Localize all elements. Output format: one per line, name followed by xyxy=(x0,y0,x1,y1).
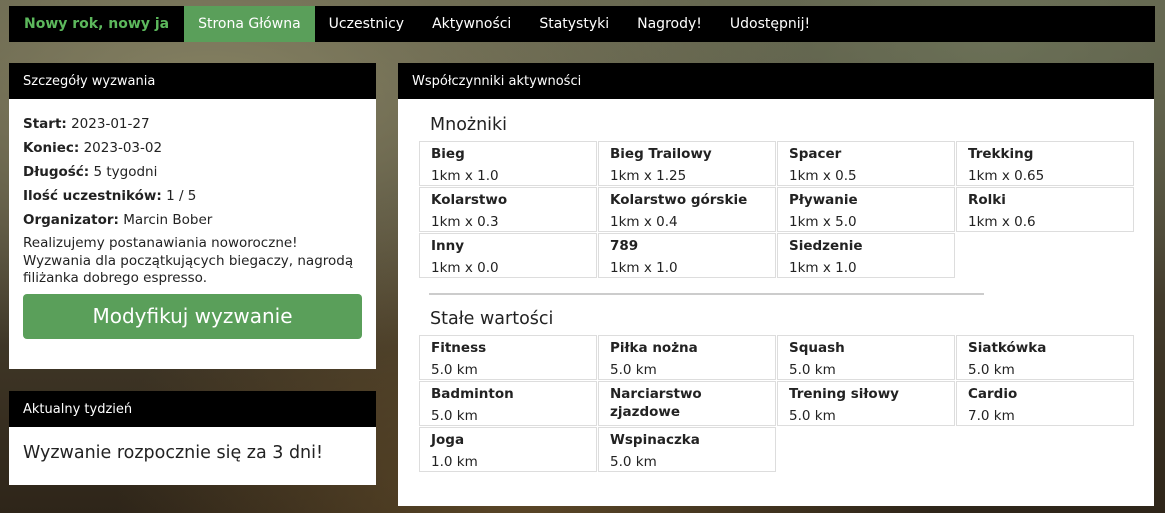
activity-name: Narciarstwo zjazdowe xyxy=(610,386,702,420)
activity-value: 1km x 0.65 xyxy=(968,168,1045,184)
challenge-details-panel: Szczegóły wyzwania Start: 2023-01-27 Kon… xyxy=(9,63,376,369)
participants-value: 1 / 5 xyxy=(166,188,197,204)
week-message: Wyzwanie rozpocznie się za 3 dni! xyxy=(23,443,324,463)
activity-value: 1km x 1.0 xyxy=(431,168,499,184)
activity-name: Fitness xyxy=(431,340,487,356)
activity-cell: 789 1km x 1.0 xyxy=(598,233,776,278)
activity-name: Badminton xyxy=(431,386,514,402)
activity-name: Bieg xyxy=(431,146,465,162)
activity-name: Kolarstwo górskie xyxy=(610,192,748,208)
activity-value: 1km x 5.0 xyxy=(789,214,857,230)
activity-value: 5.0 km xyxy=(789,362,836,378)
current-week-panel: Aktualny tydzień Wyzwanie rozpocznie się… xyxy=(9,391,376,485)
start-label: Start: xyxy=(23,116,67,132)
activity-value: 5.0 km xyxy=(431,408,478,424)
activity-name: Kolarstwo xyxy=(431,192,508,208)
end-value: 2023-03-02 xyxy=(83,140,163,156)
activity-value: 1km x 0.5 xyxy=(789,168,857,184)
activity-cell: Inny 1km x 0.0 xyxy=(419,233,597,278)
activity-value: 5.0 km xyxy=(968,362,1015,378)
participants-label: Ilość uczestników: xyxy=(23,188,162,204)
activity-cell: Kolarstwo górskie 1km x 0.4 xyxy=(598,187,776,232)
activity-cell: Siatkówka 5.0 km xyxy=(956,335,1134,380)
end-row: Koniec: 2023-03-02 xyxy=(23,139,362,157)
panel-title: Aktualny tydzień xyxy=(9,391,376,427)
activity-name: Pływanie xyxy=(789,192,858,208)
activity-cell: Spacer 1km x 0.5 xyxy=(777,141,955,186)
activity-name: Cardio xyxy=(968,386,1018,402)
activity-value: 1km x 0.3 xyxy=(431,214,499,230)
activity-name: Inny xyxy=(431,238,465,254)
activity-cell: Squash 5.0 km xyxy=(777,335,955,380)
activity-name: Joga xyxy=(431,432,465,448)
activity-value: 1km x 1.25 xyxy=(610,168,687,184)
participants-row: Ilość uczestników: 1 / 5 xyxy=(23,187,362,205)
top-navbar: Nowy rok, nowy ja Strona Główna Uczestni… xyxy=(9,6,1155,42)
nav-item-home[interactable]: Strona Główna xyxy=(184,6,315,42)
activity-value: 5.0 km xyxy=(610,454,657,470)
end-label: Koniec: xyxy=(23,140,80,156)
activity-cell: Piłka nożna 5.0 km xyxy=(598,335,776,380)
activity-name: Siatkówka xyxy=(968,340,1047,356)
activity-coefficients-panel: Współczynniki aktywności Mnożniki Bieg 1k… xyxy=(398,63,1154,506)
brand-link[interactable]: Nowy rok, nowy ja xyxy=(9,6,184,42)
length-label: Długość: xyxy=(23,164,90,180)
activity-name: Bieg Trailowy xyxy=(610,146,712,162)
panel-title: Szczegóły wyzwania xyxy=(9,63,376,99)
activity-value: 1km x 1.0 xyxy=(610,260,678,276)
activity-name: Wspinaczka xyxy=(610,432,700,448)
activity-cell: Badminton 5.0 km xyxy=(419,381,597,426)
activity-cell: Cardio 7.0 km xyxy=(956,381,1134,426)
activity-value: 5.0 km xyxy=(431,362,478,378)
modify-challenge-button[interactable]: Modyfikuj wyzwanie xyxy=(23,293,362,339)
activity-cell: Trening siłowy 5.0 km xyxy=(777,381,955,426)
challenge-description: Realizujemy postanawiania noworoczne! Wy… xyxy=(23,235,354,286)
length-row: Długość: 5 tygodni xyxy=(23,163,362,181)
activity-name: Squash xyxy=(789,340,845,356)
activity-value: 1km x 0.4 xyxy=(610,214,678,230)
section-divider xyxy=(429,293,984,295)
multipliers-heading: Mnożniki xyxy=(430,115,508,135)
organizer-label: Organizator: xyxy=(23,212,119,228)
activity-name: Rolki xyxy=(968,192,1006,208)
multipliers-grid: Bieg 1km x 1.0 Bieg Trailowy 1km x 1.25 Spac… xyxy=(419,141,1134,278)
activity-name: Trening siłowy xyxy=(789,386,899,402)
activity-name: Siedzenie xyxy=(789,238,863,254)
activity-value: 7.0 km xyxy=(968,408,1015,424)
activity-value: 1km x 0.6 xyxy=(968,214,1036,230)
nav-item-activities[interactable]: Aktywności xyxy=(418,6,525,42)
nav-item-share[interactable]: Udostępnij! xyxy=(716,6,824,42)
activity-cell: Bieg Trailowy 1km x 1.25 xyxy=(598,141,776,186)
start-value: 2023-01-27 xyxy=(71,116,150,132)
activity-name: 789 xyxy=(610,238,639,254)
activity-cell: Rolki 1km x 0.6 xyxy=(956,187,1134,232)
activity-value: 1km x 0.0 xyxy=(431,260,499,276)
activity-cell: Pływanie 1km x 5.0 xyxy=(777,187,955,232)
nav-item-participants[interactable]: Uczestnicy xyxy=(315,6,418,42)
activity-value: 1km x 1.0 xyxy=(789,260,857,276)
start-row: Start: 2023-01-27 xyxy=(23,115,362,133)
activity-cell: Siedzenie 1km x 1.0 xyxy=(777,233,955,278)
nav-item-rewards[interactable]: Nagrody! xyxy=(623,6,716,42)
activity-name: Trekking xyxy=(968,146,1034,162)
activity-value: 1.0 km xyxy=(431,454,478,470)
activity-cell: Kolarstwo 1km x 0.3 xyxy=(419,187,597,232)
fixed-values-heading: Stałe wartości xyxy=(430,309,554,329)
activity-value: 5.0 km xyxy=(610,362,657,378)
activity-name: Spacer xyxy=(789,146,842,162)
panel-title: Współczynniki aktywności xyxy=(398,63,1154,99)
nav-item-statistics[interactable]: Statystyki xyxy=(525,6,623,42)
activity-cell: Joga 1.0 km xyxy=(419,427,597,472)
activity-cell: Narciarstwo zjazdowe5.0 km xyxy=(598,381,776,442)
length-value: 5 tygodni xyxy=(93,164,158,180)
activity-cell: Wspinaczka 5.0 km xyxy=(598,427,776,472)
activity-name: Piłka nożna xyxy=(610,340,698,356)
organizer-row: Organizator: Marcin Bober xyxy=(23,211,362,229)
activity-cell: Bieg 1km x 1.0 xyxy=(419,141,597,186)
activity-cell: Trekking 1km x 0.65 xyxy=(956,141,1134,186)
fixed-values-grid: Fitness 5.0 km Piłka nożna 5.0 km Squash 5.0 … xyxy=(419,335,1134,472)
activity-cell: Fitness 5.0 km xyxy=(419,335,597,380)
organizer-value: Marcin Bober xyxy=(123,212,213,228)
activity-value: 5.0 km xyxy=(789,408,836,424)
